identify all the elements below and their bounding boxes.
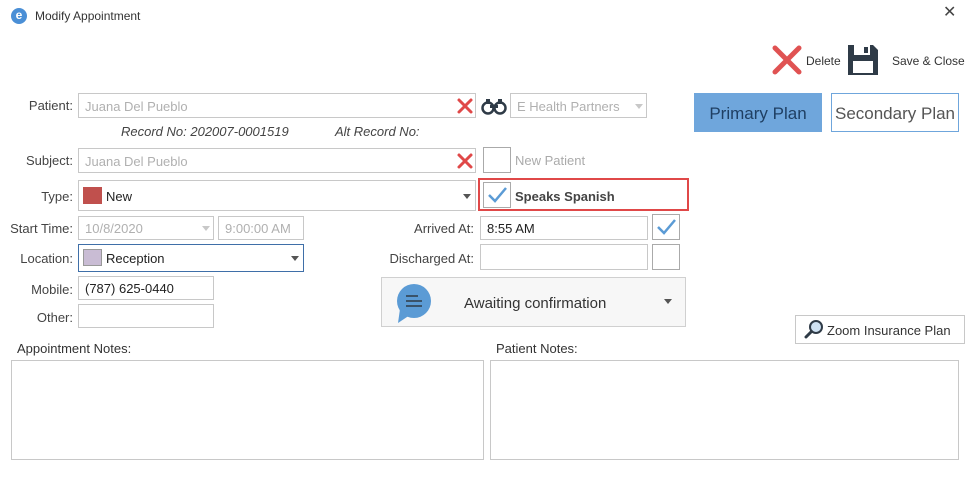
start-time-field[interactable]: 9:00:00 AM <box>218 216 304 240</box>
secondary-plan-button[interactable]: Secondary Plan <box>831 93 959 132</box>
speaks-spanish-label: Speaks Spanish <box>515 189 615 204</box>
clear-patient-icon[interactable] <box>455 96 475 116</box>
delete-button[interactable]: Delete <box>770 42 845 78</box>
type-color-swatch <box>83 187 102 204</box>
arrived-at-value: 8:55 AM <box>487 221 535 236</box>
binoculars-icon[interactable] <box>481 96 507 116</box>
arrived-at-field[interactable]: 8:55 AM <box>480 216 648 240</box>
status-dropdown[interactable]: Awaiting confirmation <box>381 277 686 327</box>
primary-plan-button[interactable]: Primary Plan <box>694 93 822 132</box>
chevron-down-icon <box>463 194 471 199</box>
other-label: Other: <box>36 310 73 325</box>
appointment-notes-label: Appointment Notes: <box>17 341 132 356</box>
type-value: New <box>106 189 133 204</box>
zoom-insurance-plan-button[interactable]: Zoom Insurance Plan <box>795 315 965 344</box>
arrived-checkbox[interactable] <box>652 214 680 240</box>
chevron-down-icon <box>202 226 210 231</box>
app-icon: e <box>11 8 27 24</box>
location-value: Reception <box>106 251 165 266</box>
start-time-label: Start Time: <box>10 221 73 236</box>
partner-select[interactable]: E Health Partners <box>510 93 647 118</box>
chat-bubble-icon <box>397 284 431 323</box>
delete-label: Delete <box>806 54 841 68</box>
discharged-checkbox[interactable] <box>652 244 680 270</box>
checkmark-icon <box>488 187 507 203</box>
patient-notes-textarea[interactable] <box>490 360 959 460</box>
patient-value: Juana Del Pueblo <box>85 99 188 114</box>
checkmark-icon <box>657 219 676 235</box>
record-no: Record No: 202007-0001519 <box>121 124 289 139</box>
primary-plan-label: Primary Plan <box>709 104 807 123</box>
start-date-value: 10/8/2020 <box>85 221 143 236</box>
mobile-value: (787) 625-0440 <box>85 281 174 296</box>
type-label: Type: <box>41 189 73 204</box>
clear-subject-icon[interactable] <box>455 151 475 171</box>
delete-icon <box>772 45 802 75</box>
patient-field[interactable]: Juana Del Pueblo <box>78 93 476 118</box>
save-icon <box>848 45 878 75</box>
discharged-at-field[interactable] <box>480 244 648 270</box>
partner-value: E Health Partners <box>517 99 620 114</box>
discharged-at-label: Discharged At: <box>389 251 474 266</box>
zoom-insurance-plan-label: Zoom Insurance Plan <box>827 323 951 338</box>
patient-notes-label: Patient Notes: <box>496 341 578 356</box>
status-value: Awaiting confirmation <box>464 295 607 312</box>
magnifier-icon <box>804 320 823 339</box>
appointment-notes-textarea[interactable] <box>11 360 484 460</box>
new-patient-checkbox[interactable] <box>483 147 511 173</box>
location-label: Location: <box>20 251 73 266</box>
start-date-select[interactable]: 10/8/2020 <box>78 216 214 240</box>
mobile-field[interactable]: (787) 625-0440 <box>78 276 214 300</box>
chevron-down-icon <box>635 104 643 109</box>
close-icon[interactable]: ✕ <box>943 2 956 22</box>
patient-label: Patient: <box>28 98 73 113</box>
save-close-button[interactable]: Save & Close <box>846 42 966 78</box>
chevron-down-icon <box>291 256 299 261</box>
type-select[interactable]: New <box>78 180 476 211</box>
arrived-at-label: Arrived At: <box>414 221 474 236</box>
speaks-spanish-checkbox[interactable] <box>483 182 511 208</box>
new-patient-label: New Patient <box>515 153 586 168</box>
location-color-swatch <box>83 249 102 266</box>
chevron-down-icon <box>664 299 672 304</box>
subject-value: Juana Del Pueblo <box>85 154 188 169</box>
start-time-value: 9:00:00 AM <box>225 221 291 236</box>
other-field[interactable] <box>78 304 214 328</box>
secondary-plan-label: Secondary Plan <box>834 104 956 123</box>
save-close-label: Save & Close <box>892 54 965 68</box>
subject-label: Subject: <box>26 153 73 168</box>
window-title: Modify Appointment <box>35 9 141 23</box>
subject-field[interactable]: Juana Del Pueblo <box>78 148 476 173</box>
location-select[interactable]: Reception <box>78 244 304 272</box>
mobile-label: Mobile: <box>31 282 73 297</box>
alt-record-no: Alt Record No: <box>335 124 420 139</box>
